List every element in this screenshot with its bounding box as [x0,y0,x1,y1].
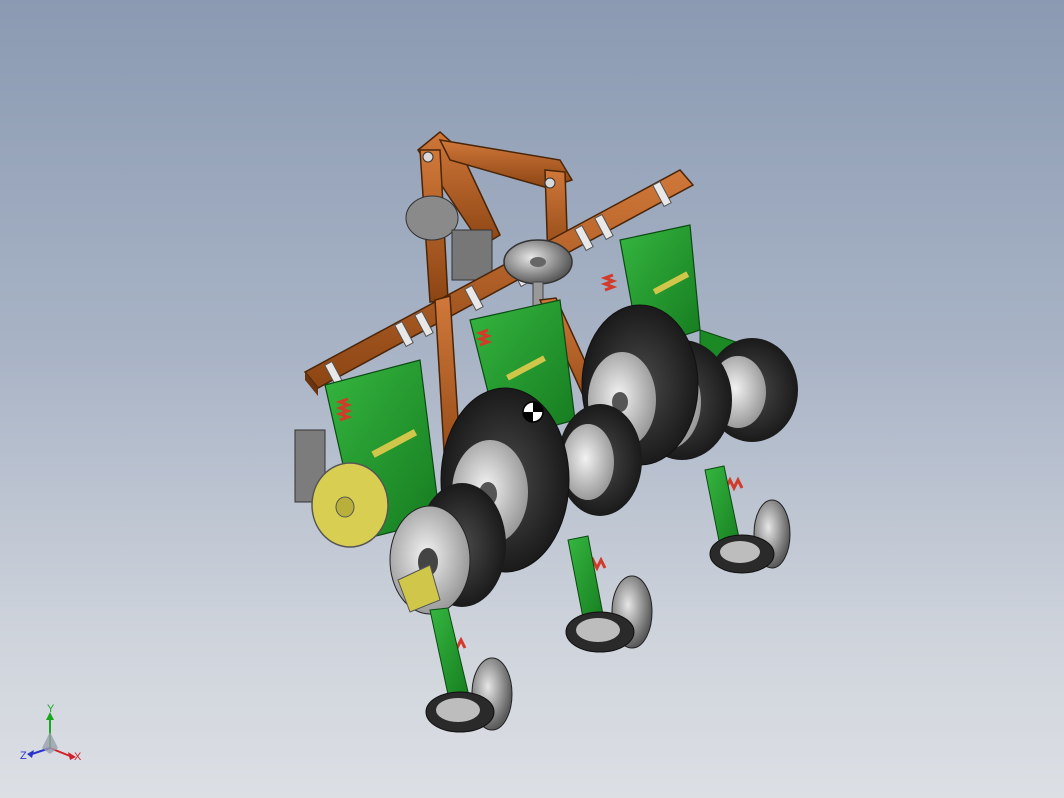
center-of-mass-icon [522,401,544,423]
triad-y-label: Y [47,703,55,715]
closing-unit-left [425,607,513,733]
triad-z-label: Z [20,750,27,762]
closing-unit-middle [565,535,653,653]
orientation-triad: Y X Z [20,703,82,763]
planter-3d-model[interactable] [0,0,1064,798]
seed-hopper-disc [311,462,389,548]
closing-unit-right [704,465,791,574]
graphics-viewport[interactable]: Y X Z [0,0,1064,798]
triad-x-label: X [74,751,82,763]
